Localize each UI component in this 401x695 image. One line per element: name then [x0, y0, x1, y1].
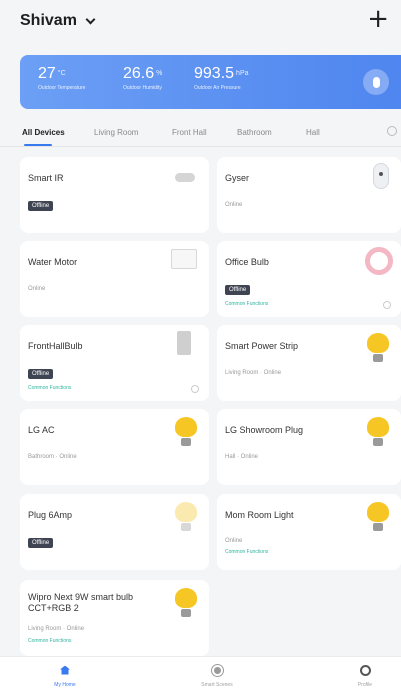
chevron-down-icon	[85, 14, 96, 24]
weather-temperature: 27 °C Outdoor Temperature	[38, 65, 85, 91]
top-bar: Shivam +	[0, 0, 401, 46]
add-device-button[interactable]: +	[367, 6, 389, 32]
tab-living-room[interactable]: Living Room	[94, 128, 138, 137]
device-card-mom-room-light[interactable]: Mom Room Light Online Common Functions	[217, 494, 401, 570]
bulb-icon	[367, 417, 389, 447]
device-card-lg-showroom-plug[interactable]: LG Showroom Plug Hall · Online	[217, 409, 401, 485]
offline-badge: Offline	[225, 285, 251, 295]
device-status: Living Room · Online	[225, 370, 282, 376]
device-name: LG Showroom Plug	[225, 425, 304, 435]
common-functions-link[interactable]: Common Functions	[225, 549, 268, 555]
bulb-icon	[175, 417, 197, 447]
nav-label: Smart Scenes	[201, 682, 233, 688]
ir-remote-icon	[175, 173, 195, 182]
device-card-smart-power-strip[interactable]: Smart Power Strip Living Room · Online	[217, 325, 401, 401]
weather-humidity: 26.6% Outdoor Humidity	[123, 65, 162, 91]
device-card-lg-ac[interactable]: LG AC Bathroom · Online	[20, 409, 209, 485]
function-icon[interactable]	[191, 385, 199, 393]
device-name: Plug 6Amp	[28, 510, 73, 520]
offline-badge: Offline	[28, 201, 54, 211]
pressure-unit: hPa	[236, 70, 249, 78]
offline-badge: Offline	[28, 369, 54, 379]
bulb-icon	[175, 588, 197, 618]
tab-hall[interactable]: Hall	[306, 128, 320, 137]
home-icon	[60, 665, 70, 675]
temperature-unit: °C	[57, 70, 66, 78]
device-status: Online	[28, 286, 46, 292]
device-card-wipro-next-bulb[interactable]: Wipro Next 9W smart bulb CCT+RGB 2 Livin…	[20, 580, 209, 656]
device-name: Smart IR	[28, 173, 64, 183]
ring-bulb-icon	[365, 247, 393, 275]
bulb-icon	[367, 333, 389, 363]
nav-profile[interactable]: Profile	[330, 663, 400, 688]
weather-pressure: 993.5 hPa Outdoor Air Pressure	[194, 65, 249, 91]
home-selector[interactable]: Shivam	[20, 12, 96, 30]
humidity-value: 26.6	[123, 65, 155, 82]
device-card-fronthallbulb[interactable]: FrontHallBulb Offline Common Functions	[20, 325, 209, 401]
common-functions-link[interactable]: Common Functions	[28, 385, 71, 391]
device-name: Water Motor	[28, 257, 78, 267]
nav-label: My Home	[54, 682, 76, 688]
common-functions-link[interactable]: Common Functions	[28, 638, 71, 644]
device-card-gyser[interactable]: Gyser Online	[217, 157, 401, 233]
device-status: Online	[225, 538, 243, 544]
common-functions-link[interactable]: Common Functions	[225, 301, 268, 307]
settings-icon[interactable]	[387, 126, 397, 136]
device-status: Online	[225, 202, 243, 208]
function-icon[interactable]	[383, 301, 391, 309]
device-name: Smart Power Strip	[225, 341, 299, 351]
pressure-label: Outdoor Air Pressure	[194, 85, 241, 91]
device-status: Living Room · Online	[28, 626, 85, 632]
gyser-icon	[373, 163, 389, 189]
device-name: Office Bulb	[225, 257, 269, 267]
panel-icon	[177, 331, 191, 355]
device-name: FrontHallBulb	[28, 341, 83, 351]
microphone-icon[interactable]	[363, 69, 389, 95]
bulb-icon	[175, 502, 197, 532]
device-name: LG AC	[28, 425, 55, 435]
divider	[0, 146, 401, 147]
device-status: Bathroom · Online	[28, 454, 77, 460]
temperature-value: 27	[38, 65, 56, 82]
bulb-icon	[367, 502, 389, 532]
device-card-plug-6amp[interactable]: Plug 6Amp Offline	[20, 494, 209, 570]
device-card-office-bulb[interactable]: Office Bulb Offline Common Functions	[217, 241, 401, 317]
device-name-line2: CCT+RGB 2	[28, 603, 79, 613]
device-name: Mom Room Light	[225, 510, 294, 520]
tab-front-hall[interactable]: Front Hall	[172, 128, 207, 137]
nav-smart-scenes[interactable]: Smart Scenes	[182, 663, 252, 688]
tab-all-devices[interactable]: All Devices	[22, 128, 65, 137]
profile-icon	[359, 664, 371, 676]
home-name: Shivam	[20, 12, 77, 29]
humidity-unit: %	[156, 70, 163, 78]
device-card-smart-ir[interactable]: Smart IR Offline	[20, 157, 209, 233]
weather-banner[interactable]: 27 °C Outdoor Temperature 26.6% Outdoor H…	[20, 55, 401, 109]
bottom-navigation: My Home Smart Scenes Profile	[0, 656, 401, 695]
device-name-line1: Wipro Next 9W smart bulb	[28, 592, 134, 602]
nav-label: Profile	[357, 682, 373, 688]
device-card-water-motor[interactable]: Water Motor Online	[20, 241, 209, 317]
nav-my-home[interactable]: My Home	[30, 663, 100, 688]
water-motor-icon	[171, 249, 197, 269]
humidity-label: Outdoor Humidity	[123, 85, 162, 91]
scenes-icon	[213, 666, 221, 674]
device-name: Gyser	[225, 173, 250, 183]
device-status: Hall · Online	[225, 454, 259, 460]
offline-badge: Offline	[28, 538, 54, 548]
pressure-value: 993.5	[194, 65, 235, 82]
tab-bathroom[interactable]: Bathroom	[237, 128, 272, 137]
temperature-label: Outdoor Temperature	[38, 85, 86, 91]
